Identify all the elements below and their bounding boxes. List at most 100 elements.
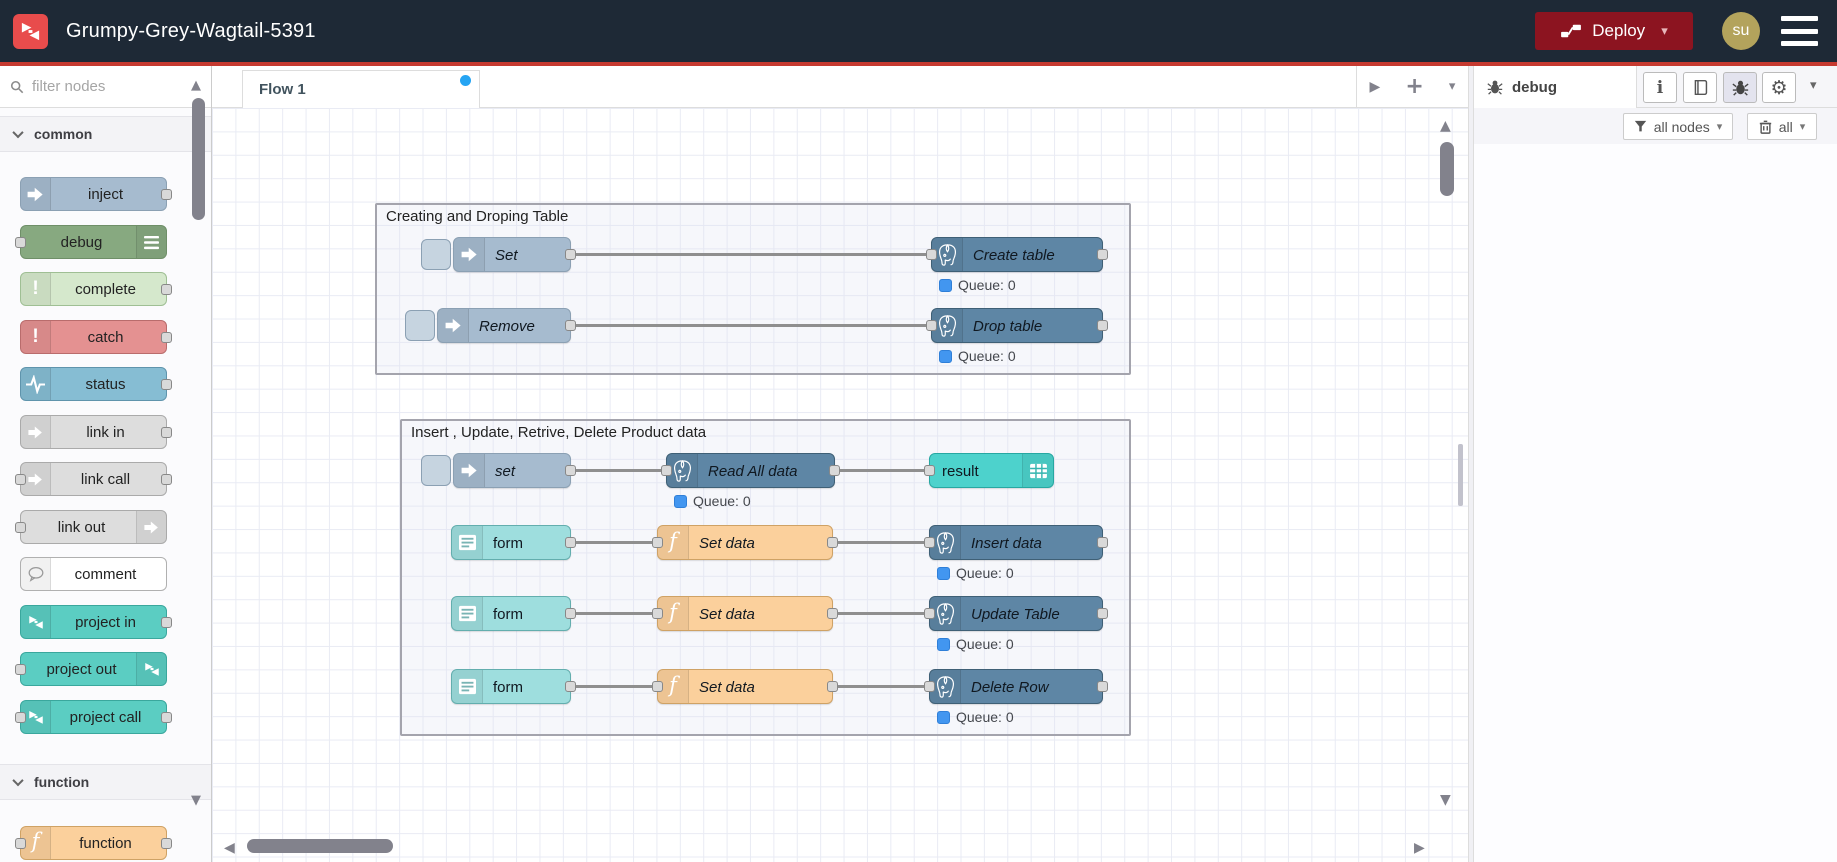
output-port[interactable] <box>161 427 172 438</box>
palette-filter-input[interactable] <box>32 78 192 95</box>
sidebar-tabs-caret-icon[interactable]: ▾ <box>1810 78 1817 93</box>
canvas-vscrollbar-thumb[interactable] <box>1440 142 1454 196</box>
flow-group[interactable]: Creating and Droping Table <box>375 203 1131 375</box>
sidebar-debug-button[interactable] <box>1723 72 1757 103</box>
node-insert-data[interactable]: Insert data <box>924 525 1108 560</box>
sidebar-info-button[interactable]: i <box>1643 72 1677 103</box>
debug-clear-button[interactable]: all ▾ <box>1747 113 1817 140</box>
output-port[interactable] <box>1097 537 1108 548</box>
sidebar-config-button[interactable]: ⚙ <box>1762 72 1796 103</box>
wire[interactable] <box>835 469 929 472</box>
output-port[interactable] <box>161 379 172 390</box>
node-result[interactable]: result <box>924 453 1054 488</box>
deploy-button[interactable]: Deploy ▾ <box>1535 12 1693 50</box>
node-set[interactable]: set <box>453 453 576 488</box>
palette-category-function[interactable]: function <box>0 764 211 800</box>
node-read-all-data[interactable]: Read All data <box>661 453 840 488</box>
palette-node-link-call[interactable]: link call <box>15 462 172 496</box>
node-form[interactable]: form <box>451 669 576 704</box>
output-port[interactable] <box>829 465 840 476</box>
canvas-thin-scrollbar-thumb[interactable] <box>1458 444 1463 506</box>
node-remove[interactable]: Remove <box>437 308 576 343</box>
flow-list-caret-icon[interactable]: ▾ <box>1449 79 1456 94</box>
node-delete-row[interactable]: Delete Row <box>924 669 1108 704</box>
output-port[interactable] <box>161 838 172 849</box>
palette-node-project-out[interactable]: project out <box>15 652 167 686</box>
debug-filter-button[interactable]: all nodes ▾ <box>1623 113 1733 140</box>
input-port[interactable] <box>15 712 26 723</box>
palette-node-inject[interactable]: inject <box>20 177 172 211</box>
output-port[interactable] <box>565 465 576 476</box>
palette-node-debug[interactable]: debug <box>15 225 167 259</box>
output-port[interactable] <box>161 189 172 200</box>
canvas-scroll-down-icon[interactable]: ▼ <box>1440 793 1451 807</box>
output-port[interactable] <box>1097 681 1108 692</box>
input-port[interactable] <box>15 522 26 533</box>
palette-node-link-in[interactable]: link in <box>20 415 172 449</box>
debug-messages-panel[interactable] <box>1474 144 1837 862</box>
main-menu-button[interactable] <box>1781 16 1818 46</box>
canvas-scroll-up-icon[interactable]: ▲ <box>1440 119 1451 133</box>
node-form[interactable]: form <box>451 596 576 631</box>
output-port[interactable] <box>565 249 576 260</box>
wire[interactable] <box>571 612 657 615</box>
palette-node-complete[interactable]: ! complete <box>20 272 172 306</box>
wire[interactable] <box>571 324 931 327</box>
output-port[interactable] <box>161 712 172 723</box>
palette-category-common[interactable]: common <box>0 116 211 152</box>
wire[interactable] <box>571 253 931 256</box>
palette-node-project-call[interactable]: project call <box>15 700 172 734</box>
input-port[interactable] <box>15 474 26 485</box>
palette-node-comment[interactable]: comment <box>20 557 167 591</box>
palette-node-function[interactable]: f function <box>15 826 172 860</box>
input-port[interactable] <box>924 465 935 476</box>
flow-canvas[interactable]: Creating and Droping Table Insert , Updat… <box>212 108 1468 862</box>
inject-run-button[interactable] <box>421 239 451 270</box>
output-port[interactable] <box>161 284 172 295</box>
wire[interactable] <box>571 469 666 472</box>
canvas-scroll-right-icon[interactable]: ▶ <box>1414 841 1425 855</box>
output-port[interactable] <box>565 537 576 548</box>
palette-node-status[interactable]: status <box>20 367 172 401</box>
wire[interactable] <box>833 685 929 688</box>
canvas-scroll-left-icon[interactable]: ◀ <box>224 841 235 855</box>
next-tab-icon[interactable]: ▶ <box>1370 79 1381 95</box>
input-port[interactable] <box>926 320 937 331</box>
sidebar-tab-debug[interactable]: debug <box>1474 66 1637 108</box>
node-set-data[interactable]: f Set data <box>652 669 838 704</box>
wire[interactable] <box>833 612 929 615</box>
deploy-caret-icon[interactable]: ▾ <box>1661 23 1668 39</box>
input-port[interactable] <box>652 608 663 619</box>
output-port[interactable] <box>161 617 172 628</box>
input-port[interactable] <box>924 608 935 619</box>
output-port[interactable] <box>565 681 576 692</box>
palette-scroll-up-icon[interactable]: ▲ <box>191 79 201 92</box>
node-set[interactable]: Set <box>453 237 576 272</box>
input-port[interactable] <box>924 537 935 548</box>
input-port[interactable] <box>661 465 672 476</box>
node-drop-table[interactable]: Drop table <box>926 308 1108 343</box>
output-port[interactable] <box>1097 320 1108 331</box>
node-update-table[interactable]: Update Table <box>924 596 1108 631</box>
sidebar-help-button[interactable] <box>1683 72 1717 103</box>
node-create-table[interactable]: Create table <box>926 237 1108 272</box>
wire[interactable] <box>833 541 929 544</box>
output-port[interactable] <box>827 608 838 619</box>
output-port[interactable] <box>1097 608 1108 619</box>
palette-node-project-in[interactable]: project in <box>20 605 172 639</box>
input-port[interactable] <box>926 249 937 260</box>
palette-scroll-down-icon[interactable]: ▼ <box>191 794 201 807</box>
palette-search[interactable] <box>0 66 211 108</box>
input-port[interactable] <box>652 681 663 692</box>
input-port[interactable] <box>15 237 26 248</box>
output-port[interactable] <box>565 608 576 619</box>
node-form[interactable]: form <box>451 525 576 560</box>
output-port[interactable] <box>1097 249 1108 260</box>
output-port[interactable] <box>565 320 576 331</box>
palette-node-link-out[interactable]: link out <box>15 510 167 544</box>
output-port[interactable] <box>827 681 838 692</box>
palette-node-catch[interactable]: ! catch <box>20 320 172 354</box>
output-port[interactable] <box>827 537 838 548</box>
user-avatar[interactable]: su <box>1722 12 1760 50</box>
add-flow-button[interactable]: + <box>1405 74 1423 99</box>
